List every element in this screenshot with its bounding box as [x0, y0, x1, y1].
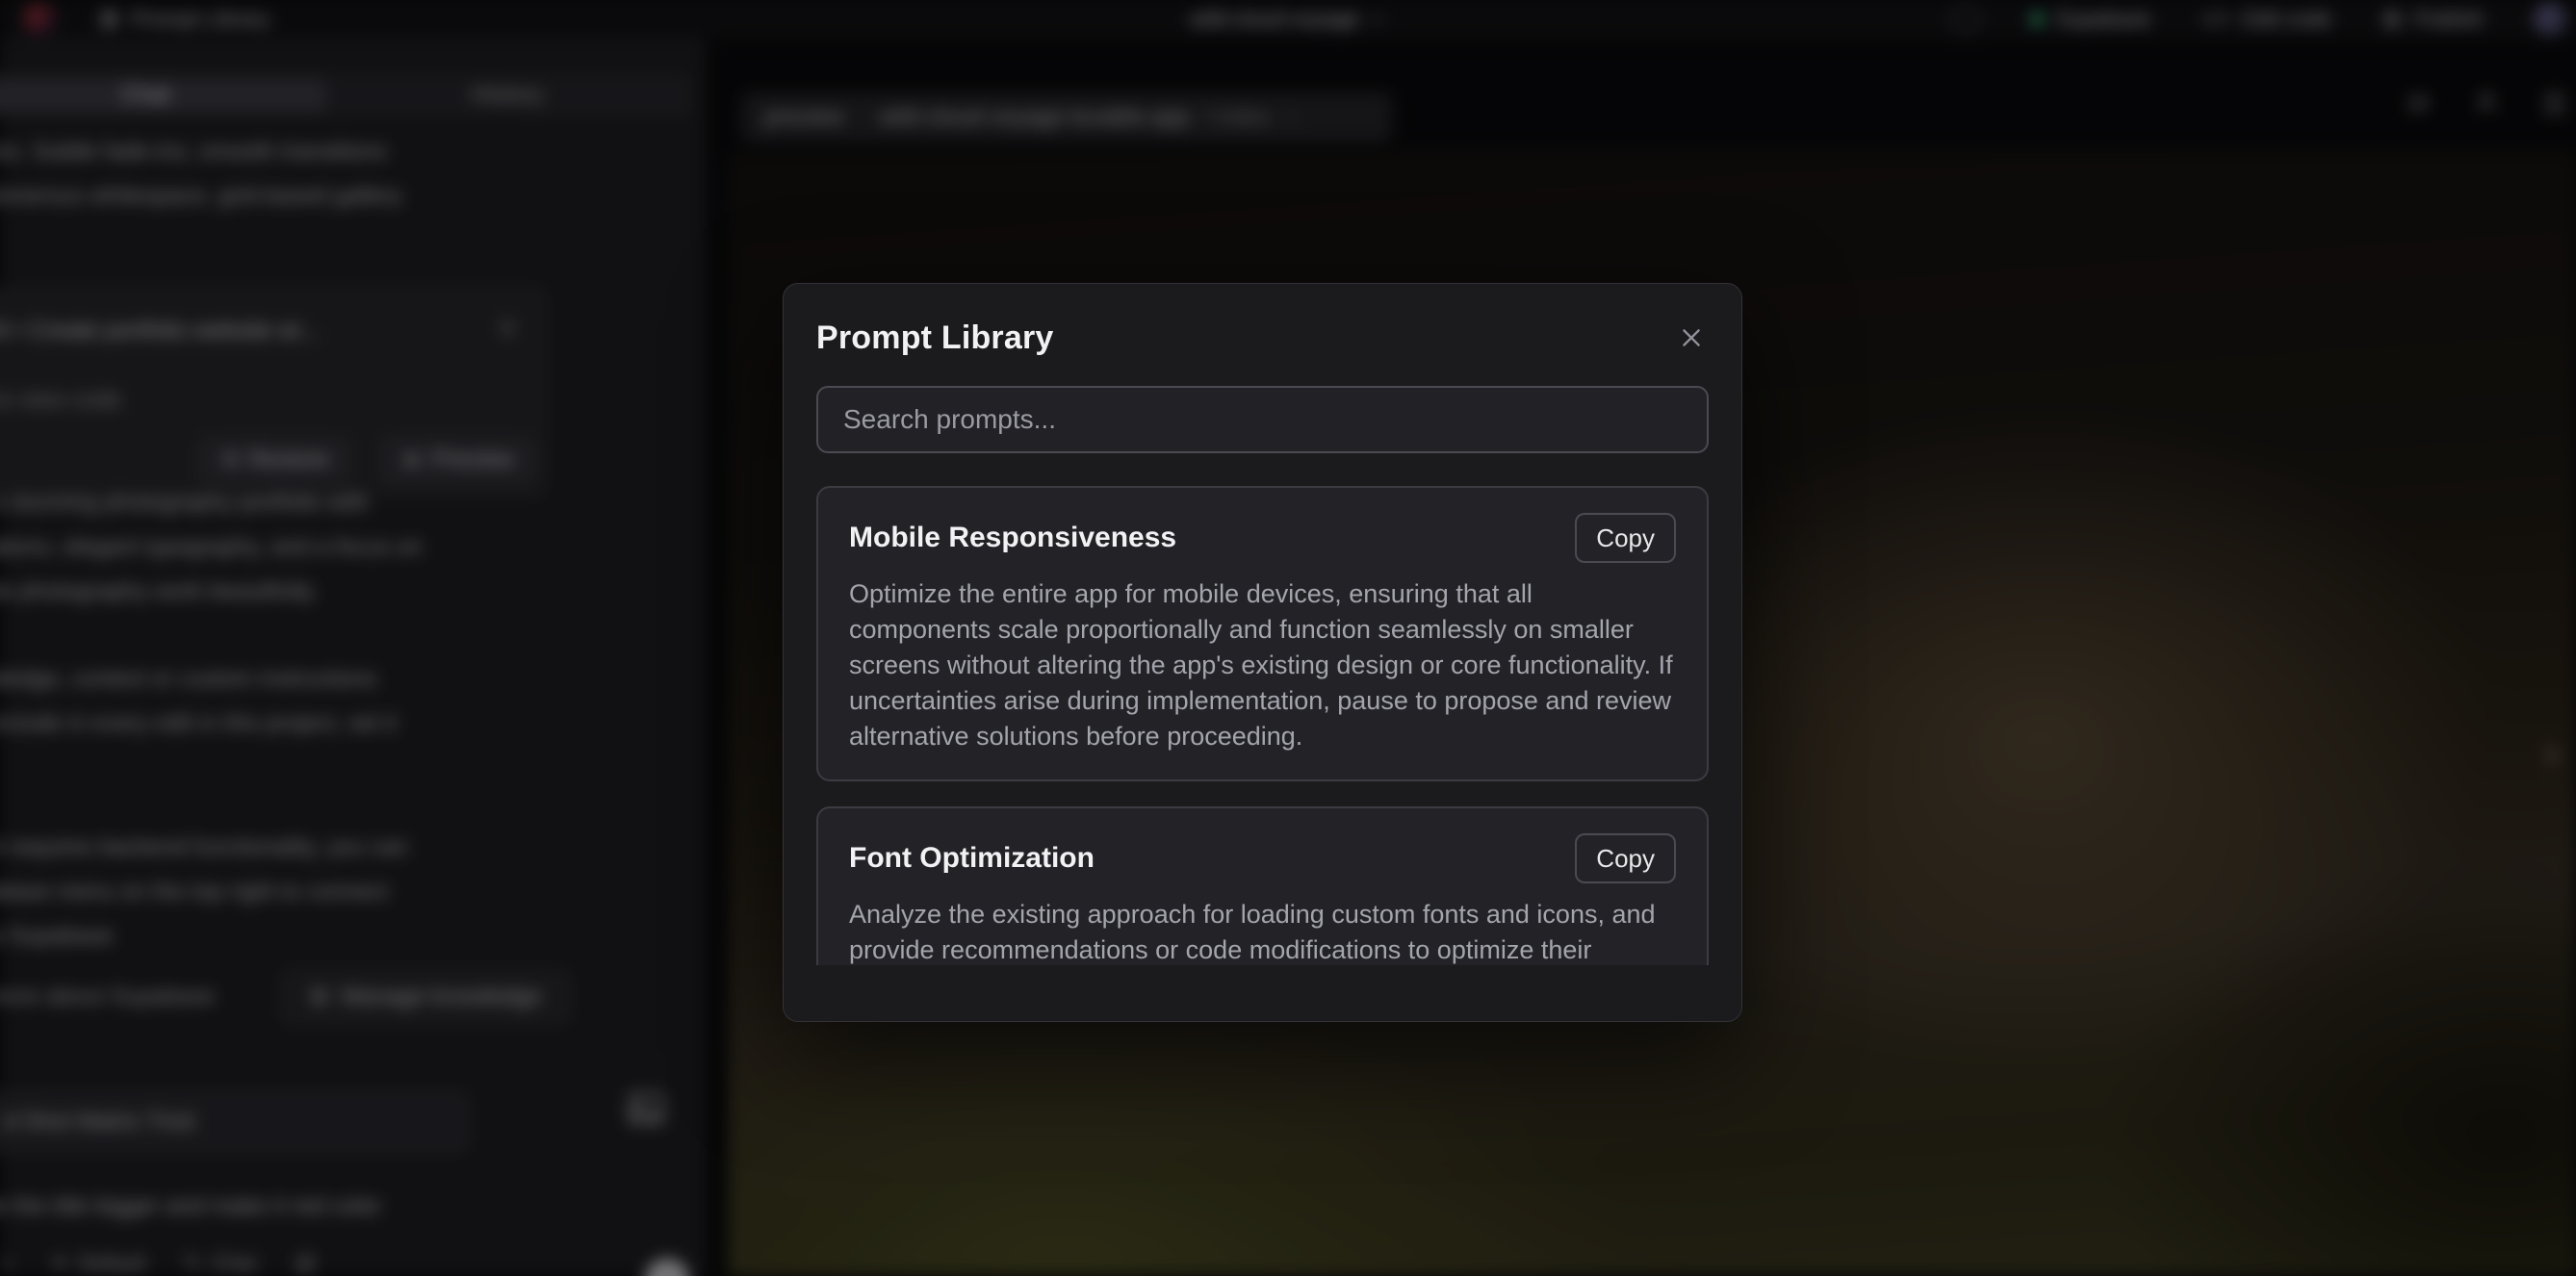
modal-close-button[interactable]: [1674, 320, 1709, 355]
prompt-card-font-optimization: Font Optimization Copy Analyze the exist…: [816, 806, 1709, 965]
modal-title: Prompt Library: [816, 319, 1054, 357]
copy-button[interactable]: Copy: [1575, 513, 1676, 563]
prompt-title: Font Optimization: [849, 842, 1095, 875]
prompt-list: Mobile Responsiveness Copy Optimize the …: [816, 486, 1709, 965]
copy-button[interactable]: Copy: [1575, 833, 1676, 883]
app-window: Prompt Library wild-cloud-voyage Supabas…: [0, 0, 2576, 1276]
prompt-title: Mobile Responsiveness: [849, 522, 1176, 554]
close-icon: [1679, 325, 1704, 350]
prompt-description: Optimize the entire app for mobile devic…: [849, 576, 1676, 754]
prompt-description: Analyze the existing approach for loadin…: [849, 897, 1676, 965]
prompt-library-modal: Prompt Library Mobile Responsiveness Cop…: [783, 283, 1742, 1022]
prompt-card-mobile-responsiveness: Mobile Responsiveness Copy Optimize the …: [816, 486, 1709, 781]
search-prompts-input[interactable]: [816, 386, 1709, 453]
